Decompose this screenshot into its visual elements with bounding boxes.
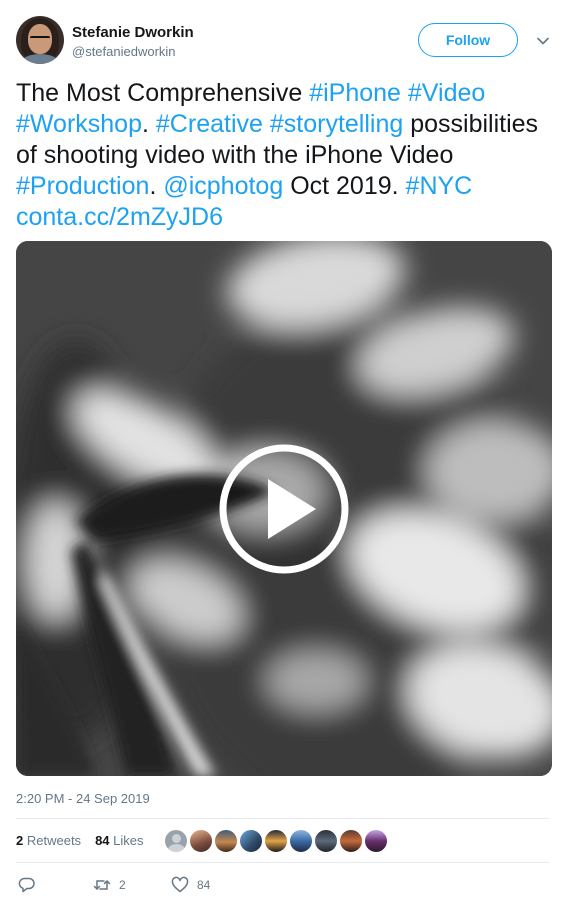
hashtag-link[interactable]: #iPhone — [309, 79, 401, 107]
retweets-stat[interactable]: 2 Retweets — [16, 833, 81, 849]
hashtag-link[interactable]: #NYC — [406, 172, 473, 200]
mention-link[interactable]: @icphotog — [163, 172, 283, 200]
author-name[interactable]: Stefanie Dworkin — [72, 24, 194, 42]
liker-avatar[interactable] — [164, 829, 188, 853]
liker-avatar[interactable] — [264, 829, 288, 853]
tweet-timestamp[interactable]: 2:20 PM - 24 Sep 2019 — [16, 791, 150, 807]
tweet-text-segment: . — [142, 110, 156, 138]
author-handle[interactable]: @stefaniedworkin — [72, 44, 176, 60]
likes-count: 84 — [95, 833, 110, 848]
liker-avatar[interactable] — [289, 829, 313, 853]
tweet-text-segment: Oct 2019. — [283, 172, 406, 200]
reply-action[interactable] — [18, 876, 36, 894]
url-link[interactable]: conta.cc/2mZyJD6 — [16, 203, 223, 231]
tweet-text-segment: The Most Comprehensive — [16, 79, 310, 107]
tweet-text-segment: . — [149, 172, 164, 200]
like-count: 84 — [197, 878, 211, 892]
hashtag-link[interactable]: #Video — [408, 79, 485, 107]
retweet-action[interactable]: 2 — [93, 876, 126, 894]
retweets-label: Retweets — [26, 833, 82, 848]
liker-avatar[interactable] — [364, 829, 388, 853]
hashtag-link[interactable]: #Creative — [156, 110, 263, 138]
liker-avatar[interactable] — [239, 829, 263, 853]
video-player[interactable] — [16, 241, 552, 776]
retweets-count: 2 — [16, 833, 24, 848]
retweet-count: 2 — [119, 878, 126, 892]
liker-avatar[interactable] — [214, 829, 238, 853]
divider — [16, 818, 549, 819]
tweet-stats: 2 Retweets 84 Likes — [16, 833, 144, 849]
like-action[interactable]: 84 — [171, 876, 210, 894]
heart-icon[interactable] — [171, 876, 189, 894]
hashtag-link[interactable]: #storytelling — [270, 110, 403, 138]
hashtag-link[interactable]: #Production — [16, 172, 149, 200]
likes-label: Likes — [113, 833, 144, 848]
likes-stat[interactable]: 84 Likes — [95, 833, 143, 849]
tweet-text: The Most Comprehensive #iPhone #Video #W… — [16, 78, 546, 233]
avatar[interactable] — [16, 16, 64, 64]
liker-avatar[interactable] — [314, 829, 338, 853]
tweet-text-segment — [401, 79, 408, 107]
liker-avatar[interactable] — [339, 829, 363, 853]
hashtag-link[interactable]: #Workshop — [16, 110, 142, 138]
follow-button[interactable]: Follow — [418, 23, 518, 57]
chevron-down-icon[interactable] — [536, 34, 550, 48]
reply-icon[interactable] — [18, 876, 36, 894]
tweet-actions: 2 84 — [18, 876, 318, 896]
likers-avatars — [164, 829, 389, 853]
tweet-text-segment — [263, 110, 270, 138]
liker-avatar[interactable] — [189, 829, 213, 853]
tweet-header: Stefanie Dworkin @stefaniedworkin Follow — [16, 16, 553, 66]
retweet-icon[interactable] — [93, 876, 111, 894]
divider — [16, 862, 549, 863]
play-icon[interactable] — [218, 443, 350, 575]
